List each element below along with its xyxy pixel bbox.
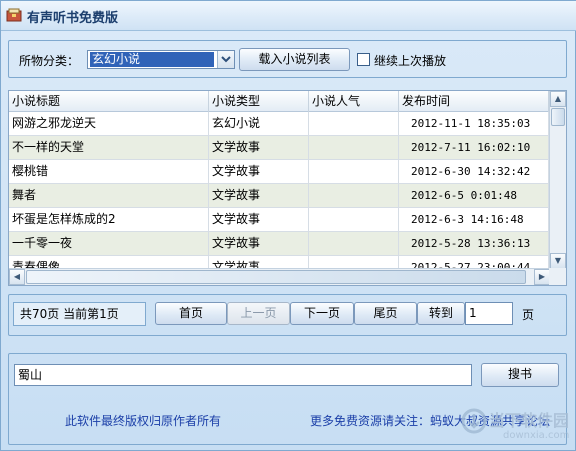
- table-header: 小说标题 小说类型 小说人气 发布时间: [9, 91, 549, 112]
- table-row[interactable]: 网游之邪龙逆天 玄幻小说 2012-11-1 18:35:03: [9, 112, 549, 136]
- cell-time: 2012-6-3 14:16:48: [399, 208, 549, 231]
- table-row[interactable]: 樱桃错 文学故事 2012-6-30 14:32:42: [9, 160, 549, 184]
- category-select[interactable]: 玄幻小说: [87, 50, 235, 69]
- table-row[interactable]: 不一样的天堂 文学故事 2012-7-11 16:02:10: [9, 136, 549, 160]
- window-title: 有声听书免费版: [27, 11, 119, 26]
- horizontal-scroll-thumb[interactable]: [26, 270, 526, 284]
- page-unit-label: 页: [522, 308, 535, 322]
- watermark-url: downxia.com: [503, 430, 570, 441]
- cell-title: 一千零一夜: [9, 232, 209, 255]
- category-selected-value: 玄幻小说: [90, 52, 214, 67]
- first-page-button[interactable]: 首页: [155, 302, 227, 325]
- cell-type: 玄幻小说: [209, 112, 309, 135]
- scroll-down-icon[interactable]: ▼: [550, 253, 566, 269]
- cell-type: 文学故事: [209, 136, 309, 159]
- column-header-title[interactable]: 小说标题: [9, 91, 209, 112]
- title-bar: 有声听书免费版: [1, 1, 576, 31]
- table-row[interactable]: 舞者 文学故事 2012-6-5 0:01:48: [9, 184, 549, 208]
- cell-time: 2012-7-11 16:02:10: [399, 136, 549, 159]
- next-page-button[interactable]: 下一页: [290, 302, 354, 325]
- cell-time: 2012-11-1 18:35:03: [399, 112, 549, 135]
- search-button[interactable]: 搜书: [481, 363, 559, 387]
- cell-title: 樱桃错: [9, 160, 209, 183]
- table-row[interactable]: 坏蛋是怎样炼成的2 文学故事 2012-6-3 14:16:48: [9, 208, 549, 232]
- cell-title: 网游之邪龙逆天: [9, 112, 209, 135]
- prev-page-button[interactable]: 上一页: [227, 302, 290, 325]
- cell-popularity: [309, 232, 399, 255]
- scrollbar-corner: [549, 268, 566, 285]
- last-page-button[interactable]: 尾页: [354, 302, 417, 325]
- continue-checkbox[interactable]: [357, 53, 370, 66]
- column-header-time[interactable]: 发布时间: [399, 91, 549, 112]
- cell-title: 坏蛋是怎样炼成的2: [9, 208, 209, 231]
- cell-title: 舞者: [9, 184, 209, 207]
- app-window: 有声听书免费版 所物分类： 玄幻小说 载入小说列表 继续上次播放 小说标题 小说…: [0, 0, 576, 451]
- watermark-title: 当下软件园: [489, 411, 570, 430]
- copyright-text: 此软件最终版权归原作者所有: [65, 414, 222, 428]
- continue-label: 继续上次播放: [374, 54, 447, 68]
- cell-popularity: [309, 184, 399, 207]
- cell-popularity: [309, 136, 399, 159]
- table-row[interactable]: 一千零一夜 文学故事 2012-5-28 13:36:13: [9, 232, 549, 256]
- cell-time: 2012-6-5 0:01:48: [399, 184, 549, 207]
- cell-title: 不一样的天堂: [9, 136, 209, 159]
- vertical-scrollbar[interactable]: ▲ ▼: [549, 91, 566, 269]
- cell-type: 文学故事: [209, 160, 309, 183]
- load-list-button[interactable]: 载入小说列表: [239, 48, 350, 71]
- page-info: 共70页 当前第1页: [13, 302, 146, 326]
- cell-popularity: [309, 160, 399, 183]
- chevron-down-icon[interactable]: [217, 51, 234, 68]
- watermark-logo: 当下软件园 downxia.com: [461, 403, 573, 449]
- category-label: 所物分类：: [19, 54, 80, 68]
- scroll-up-icon[interactable]: ▲: [550, 91, 566, 107]
- vertical-scroll-thumb[interactable]: [551, 108, 565, 126]
- scroll-right-icon[interactable]: ▶: [534, 269, 550, 285]
- cell-popularity: [309, 112, 399, 135]
- horizontal-scrollbar[interactable]: ◀ ▶: [9, 268, 550, 285]
- page-number-input[interactable]: 1: [465, 302, 513, 325]
- cell-time: 2012-5-28 13:36:13: [399, 232, 549, 255]
- cell-popularity: [309, 208, 399, 231]
- cell-time: 2012-6-30 14:32:42: [399, 160, 549, 183]
- cell-type: 文学故事: [209, 208, 309, 231]
- column-header-popularity[interactable]: 小说人气: [309, 91, 399, 112]
- scroll-left-icon[interactable]: ◀: [9, 269, 25, 285]
- goto-page-button[interactable]: 转到: [417, 302, 465, 325]
- search-input[interactable]: 蜀山: [14, 364, 472, 386]
- novel-table: 小说标题 小说类型 小说人气 发布时间 网游之邪龙逆天 玄幻小说 2012-11…: [8, 90, 567, 286]
- column-header-type[interactable]: 小说类型: [209, 91, 309, 112]
- book-icon: [6, 8, 22, 22]
- cell-type: 文学故事: [209, 184, 309, 207]
- cell-type: 文学故事: [209, 232, 309, 255]
